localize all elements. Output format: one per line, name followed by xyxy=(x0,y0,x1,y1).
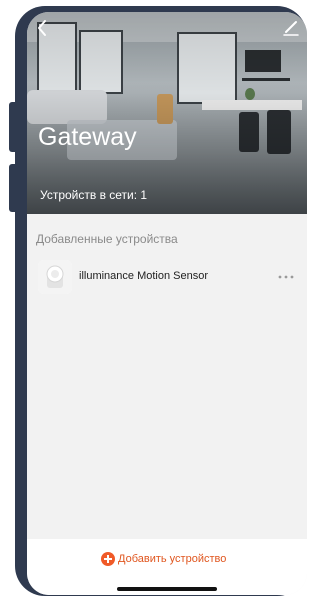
volume-down-button xyxy=(9,164,19,212)
ellipsis-icon[interactable] xyxy=(277,270,295,282)
section-heading: Добавленные устройства xyxy=(36,232,178,246)
volume-up-button xyxy=(9,102,19,152)
bottom-bar: Добавить устройство xyxy=(27,539,307,595)
header-photo: Gateway Устройств в сети: 1 xyxy=(27,12,307,214)
app-screen: Gateway Устройств в сети: 1 Добавленные … xyxy=(27,12,307,595)
add-device-label: Добавить устройство xyxy=(118,553,227,565)
add-device-button[interactable]: Добавить устройство xyxy=(101,549,226,569)
page-title: Gateway xyxy=(38,123,137,151)
home-indicator xyxy=(117,587,217,591)
pencil-icon[interactable] xyxy=(281,18,301,38)
list-item[interactable]: illuminance Motion Sensor xyxy=(27,258,307,298)
plus-circle-icon xyxy=(101,552,115,566)
back-icon[interactable] xyxy=(33,18,53,38)
devices-online-count: Устройств в сети: 1 xyxy=(40,188,148,202)
device-name: illuminance Motion Sensor xyxy=(79,270,209,282)
motion-sensor-icon xyxy=(38,260,72,294)
